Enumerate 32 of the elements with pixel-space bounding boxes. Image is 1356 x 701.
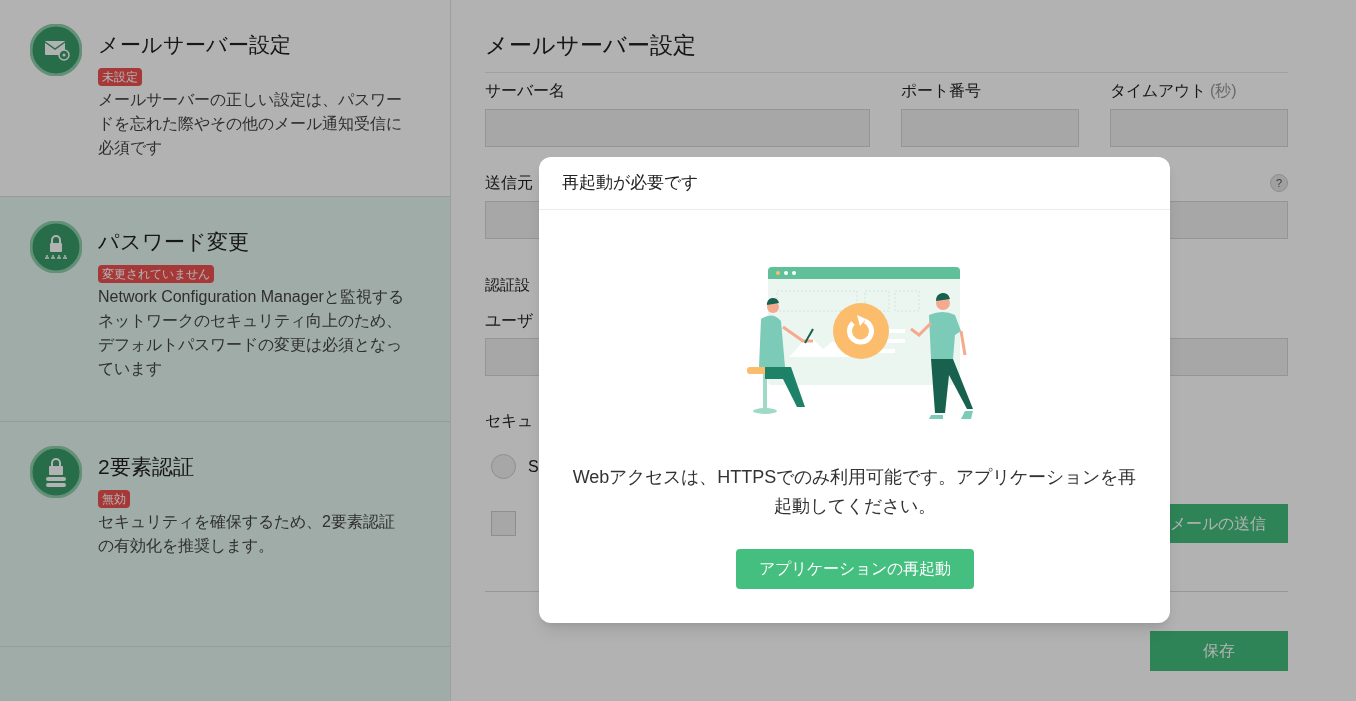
envelope-gear-icon — [30, 24, 82, 76]
field-label: タイムアウト — [1110, 81, 1206, 101]
status-badge: 変更されていません — [98, 265, 214, 283]
field-label: 送信元 — [485, 173, 533, 193]
input-field[interactable] — [485, 109, 870, 147]
input-field[interactable] — [1110, 109, 1288, 147]
field-label: ユーザ — [485, 311, 534, 331]
input-field[interactable] — [901, 109, 1079, 147]
help-icon[interactable]: ? — [1270, 174, 1288, 192]
step-title: パスワード変更 — [98, 229, 249, 255]
field-label: サーバー名 — [485, 81, 566, 101]
dialog-message: Webアクセスは、HTTPSでのみ利用可能です。アプリケーションを再起動してください。 — [571, 466, 1138, 518]
radio-label: S — [528, 456, 539, 477]
status-badge: 無効 — [98, 490, 130, 508]
step-title: 2要素認証 — [98, 454, 194, 480]
step-description: Network Configuration Managerと監視するネットワークのセキュリティ向上のため、デフォルトパスワードの変更は必須となっています — [98, 287, 405, 379]
lock-password-icon — [30, 221, 82, 273]
section-label: 認証設 — [485, 275, 531, 295]
unit-hint: (秒) — [1210, 81, 1237, 101]
radio-button[interactable] — [491, 454, 516, 479]
checkbox[interactable] — [491, 511, 516, 536]
step-description: メールサーバーの正しい設定は、パスワードを忘れた際やその他のメール通知受信に必須です — [98, 90, 403, 158]
section-label: セキュ — [485, 411, 534, 431]
step-title: メールサーバー設定 — [98, 32, 291, 58]
step-description: セキュリティを確保するため、2要素認証の有効化を推奨します。 — [98, 512, 396, 556]
dialog-title: 再起動が必要です — [562, 172, 698, 195]
field-label: ポート番号 — [901, 81, 982, 101]
step-card[interactable]: メールサーバー設定 未設定 メールサーバーの正しい設定は、パスワードを忘れた際やその他のメール通知受信に必須です — [0, 0, 450, 197]
restart-button[interactable]: アプリケーションの再起動 — [735, 549, 974, 589]
page-title: メールサーバー設定 — [485, 28, 1288, 73]
status-badge: 未設定 — [98, 68, 142, 86]
lock-device-icon — [30, 446, 82, 498]
